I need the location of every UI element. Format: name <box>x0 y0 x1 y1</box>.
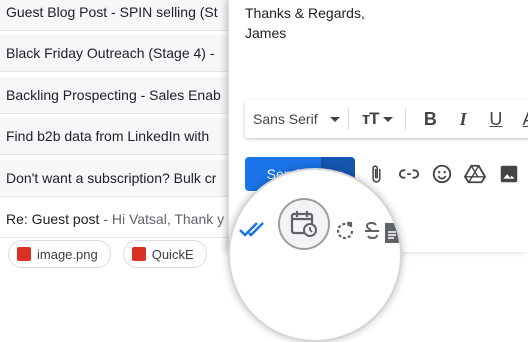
insert-photo-button[interactable] <box>497 162 521 186</box>
attachment-name: QuickE <box>151 246 194 262</box>
email-snippet: - Hi Vatsal, Thank y <box>99 211 225 227</box>
email-subject: Find b2b data from LinkedIn with <box>6 128 210 144</box>
email-subject: Re: Guest post <box>6 211 100 227</box>
refresh-icon <box>336 221 354 240</box>
attachment-chip[interactable]: QuickE <box>122 240 207 268</box>
signature-line: Thanks & Regards, <box>245 5 365 21</box>
strikethrough-button[interactable] <box>362 216 382 246</box>
drive-icon <box>464 164 486 184</box>
bold-icon: B <box>423 108 437 129</box>
magnifier-overlay <box>228 168 402 342</box>
email-subject: Black Friday Outreach (Stage 4) - <box>6 45 215 61</box>
text-size-icon: тТ <box>361 109 380 128</box>
document-icon <box>385 223 399 243</box>
insert-emoji-button[interactable] <box>430 162 454 186</box>
underline-button[interactable]: U <box>480 100 513 138</box>
attachment-chips: image.png QuickE <box>8 240 207 268</box>
strikethrough-icon <box>365 221 379 240</box>
text-color-button[interactable]: A <box>512 100 528 138</box>
calendar-clock-icon <box>290 211 317 237</box>
attach-file-button[interactable] <box>364 162 388 186</box>
recurring-button[interactable] <box>330 216 360 246</box>
attachment-name: image.png <box>37 246 98 262</box>
attachment-chip[interactable]: image.png <box>8 240 111 268</box>
photo-icon <box>500 165 518 183</box>
emoji-icon <box>432 164 452 184</box>
chevron-down-icon <box>382 116 393 122</box>
underline-icon: U <box>489 108 503 129</box>
link-icon <box>398 169 420 179</box>
read-receipt-button[interactable] <box>236 212 270 246</box>
insert-drive-button[interactable] <box>463 162 487 186</box>
signature[interactable]: Thanks & Regards, James <box>245 3 365 43</box>
italic-icon: I <box>459 108 467 129</box>
formatting-toolbar: Sans Serif тТ B I U A <box>245 100 528 138</box>
template-button[interactable] <box>380 220 400 246</box>
font-family-value: Sans Serif <box>253 111 318 127</box>
image-file-icon <box>17 247 31 261</box>
font-family-select[interactable]: Sans Serif <box>245 111 340 127</box>
italic-button[interactable]: I <box>447 100 480 138</box>
text-color-icon: A <box>523 109 528 130</box>
image-file-icon <box>131 247 146 261</box>
email-subject: Guest Blog Post - SPIN selling (St <box>6 4 218 20</box>
toolbar-divider <box>405 108 407 130</box>
double-check-icon <box>239 222 264 237</box>
font-size-button[interactable]: тТ <box>357 100 397 138</box>
email-subject: Don't want a subscription? Bulk cr <box>6 170 217 186</box>
email-subject: Backling Prospecting - Sales Enab <box>6 87 221 103</box>
bold-button[interactable]: B <box>414 100 447 138</box>
schedule-send-button[interactable] <box>278 198 330 250</box>
paperclip-icon <box>372 165 381 183</box>
toolbar-divider <box>348 108 350 130</box>
signature-name: James <box>245 25 287 41</box>
chevron-down-icon <box>329 116 340 122</box>
insert-link-button[interactable] <box>397 162 421 186</box>
